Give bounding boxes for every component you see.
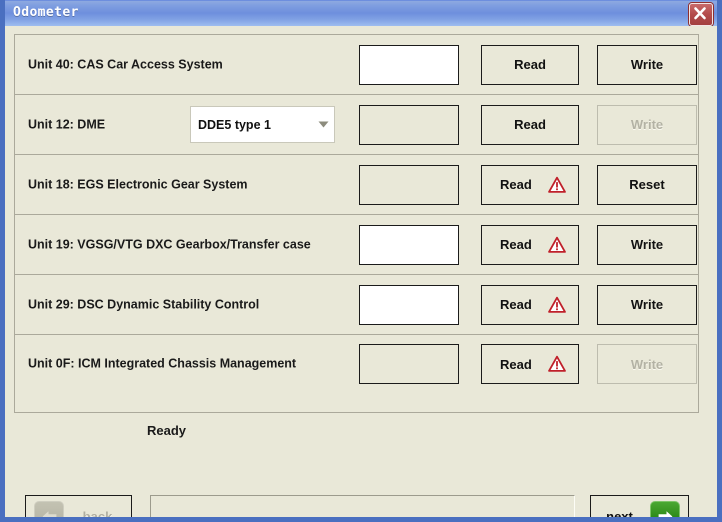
table-row: Unit 12: DME DDE5 type 1 Read Write — [15, 95, 698, 155]
warning-icon — [548, 236, 566, 253]
client-area: Unit 40: CAS Car Access System Read Writ… — [5, 26, 717, 517]
write-button[interactable]: Write — [597, 225, 697, 265]
next-button-label: next — [591, 509, 648, 522]
write-button-label: Write — [631, 117, 663, 132]
arrow-left-icon — [34, 501, 64, 522]
reset-button[interactable]: Reset — [597, 165, 697, 205]
read-button-label: Read — [500, 237, 532, 252]
write-button: Write — [597, 344, 697, 384]
read-button[interactable]: Read — [481, 105, 579, 145]
read-button-label: Read — [514, 117, 546, 132]
read-button[interactable]: Read — [481, 344, 579, 384]
window-titlebar[interactable]: Odometer — [5, 0, 717, 26]
read-button[interactable]: Read — [481, 285, 579, 325]
back-button: back — [25, 495, 132, 522]
write-button-label: Write — [631, 357, 663, 372]
unit-label: Unit 40: CAS Car Access System — [28, 57, 328, 72]
unit-list-group: Unit 40: CAS Car Access System Read Writ… — [14, 34, 699, 413]
window-title: Odometer — [13, 5, 79, 20]
arrow-right-icon — [650, 501, 680, 522]
warning-icon — [548, 176, 566, 193]
odometer-value-input[interactable] — [359, 225, 459, 265]
odometer-value-input — [359, 344, 459, 384]
close-icon[interactable] — [689, 3, 713, 26]
unit-label: Unit 29: DSC Dynamic Stability Control — [28, 297, 328, 312]
table-row: Unit 0F: ICM Integrated Chassis Manageme… — [15, 335, 698, 393]
table-row: Unit 19: VGSG/VTG DXC Gearbox/Transfer c… — [15, 215, 698, 275]
odometer-value-input — [359, 105, 459, 145]
write-button-label: Write — [631, 237, 663, 252]
read-button-label: Read — [514, 57, 546, 72]
read-button-label: Read — [500, 177, 532, 192]
dme-type-select[interactable]: DDE5 type 1 — [190, 106, 335, 143]
write-button[interactable]: Write — [597, 285, 697, 325]
status-text: Ready — [147, 423, 186, 438]
dme-type-selected-value: DDE5 type 1 — [191, 118, 312, 132]
chevron-down-icon[interactable] — [312, 107, 334, 142]
warning-icon — [548, 356, 566, 373]
read-button-label: Read — [500, 297, 532, 312]
write-button: Write — [597, 105, 697, 145]
odometer-value-input[interactable] — [359, 45, 459, 85]
unit-label: Unit 0F: ICM Integrated Chassis Manageme… — [28, 357, 328, 372]
next-button[interactable]: next — [590, 495, 689, 522]
odometer-value-input[interactable] — [359, 285, 459, 325]
read-button-label: Read — [500, 357, 532, 372]
reset-button-label: Reset — [629, 177, 664, 192]
table-row: Unit 18: EGS Electronic Gear System Read… — [15, 155, 698, 215]
table-row: Unit 29: DSC Dynamic Stability Control R… — [15, 275, 698, 335]
table-row: Unit 40: CAS Car Access System Read Writ… — [15, 35, 698, 95]
write-button-label: Write — [631, 57, 663, 72]
odometer-value-input — [359, 165, 459, 205]
odometer-window: Odometer Unit 40: CAS Car Access System … — [0, 0, 722, 522]
read-button[interactable]: Read — [481, 165, 579, 205]
unit-label: Unit 19: VGSG/VTG DXC Gearbox/Transfer c… — [28, 237, 328, 252]
warning-icon — [548, 296, 566, 313]
read-button[interactable]: Read — [481, 45, 579, 85]
back-button-label: back — [64, 509, 131, 522]
read-button[interactable]: Read — [481, 225, 579, 265]
write-button[interactable]: Write — [597, 45, 697, 85]
message-panel — [150, 495, 575, 522]
unit-label: Unit 18: EGS Electronic Gear System — [28, 177, 328, 192]
write-button-label: Write — [631, 297, 663, 312]
